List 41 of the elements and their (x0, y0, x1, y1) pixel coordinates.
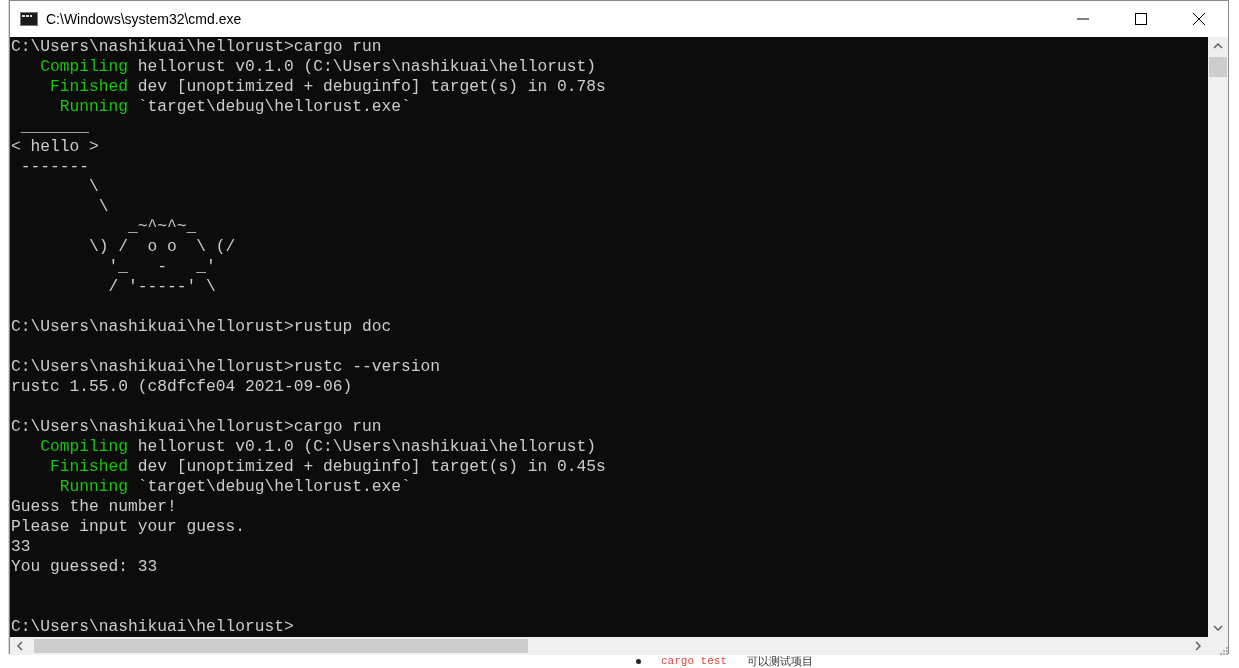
console-line: / '-----' \ (107, 277, 216, 297)
scroll-down-icon[interactable] (1213, 624, 1223, 632)
console-line: Compiling hellorust v0.1.0 (C:\Users\nashikuai\hellorust) (39, 437, 597, 457)
scroll-up-icon[interactable] (1213, 42, 1223, 50)
bullet-text: 可以测试项目 (747, 653, 813, 668)
console-line: C:\Users\nashikuai\hellorust>rustc --version (11, 357, 441, 377)
inline-code: cargo test (661, 655, 727, 667)
console-line: ------- (19, 157, 89, 177)
console-line: C:\Users\nashikuai\hellorust>cargo run (11, 37, 382, 57)
console-line: You guessed: 33 (11, 557, 158, 577)
console-line: Finished dev [unoptimized + debuginfo] target(s) in 0.45s (49, 457, 606, 477)
console-line: C:\Users\nashikuai\hellorust>rustup doc (11, 317, 392, 337)
console-line: _~^~^~_ (127, 217, 197, 237)
console-line: '_ - _' (107, 257, 216, 277)
console-line: C:\Users\nashikuai\hellorust> (11, 617, 294, 637)
console-line: Guess the number! (11, 497, 177, 517)
console-line: 33 (11, 537, 31, 557)
console-line: Compiling hellorust v0.1.0 (C:\Users\nashikuai\hellorust) (39, 57, 597, 77)
vertical-scrollbar[interactable] (1208, 37, 1228, 637)
console-line: \) / o o \ (/ (88, 237, 236, 257)
close-icon (1193, 13, 1205, 25)
console-line: rustc 1.55.0 (c8dfcfe04 2021-09-06) (11, 377, 353, 397)
console-line: Running `target\debug\hellorust.exe` (58, 97, 411, 117)
scroll-left-icon[interactable] (16, 641, 24, 651)
horizontal-scrollbar[interactable] (10, 637, 1228, 655)
console-line: \ (97, 197, 109, 217)
console-line: < hello > (11, 137, 99, 157)
console-line: C:\Users\nashikuai\hellorust>cargo run (11, 417, 382, 437)
resize-grip-icon[interactable] (1218, 645, 1228, 655)
bullet-icon (636, 658, 641, 664)
console-line: _______ (19, 117, 89, 137)
scrollbar-thumb[interactable] (1209, 57, 1227, 77)
console-line: Finished dev [unoptimized + debuginfo] target(s) in 0.78s (49, 77, 606, 97)
window-title: C:\Windows\system32\cmd.exe (46, 11, 243, 27)
scroll-right-icon[interactable] (1194, 641, 1202, 651)
scrollbar-thumb[interactable] (34, 639, 528, 653)
maximize-icon (1135, 13, 1147, 25)
console-app-icon (20, 12, 38, 26)
console-line: Running `target\debug\hellorust.exe` (58, 477, 411, 497)
console-line: Please input your guess. (11, 517, 246, 537)
console-line: \ (88, 177, 99, 197)
